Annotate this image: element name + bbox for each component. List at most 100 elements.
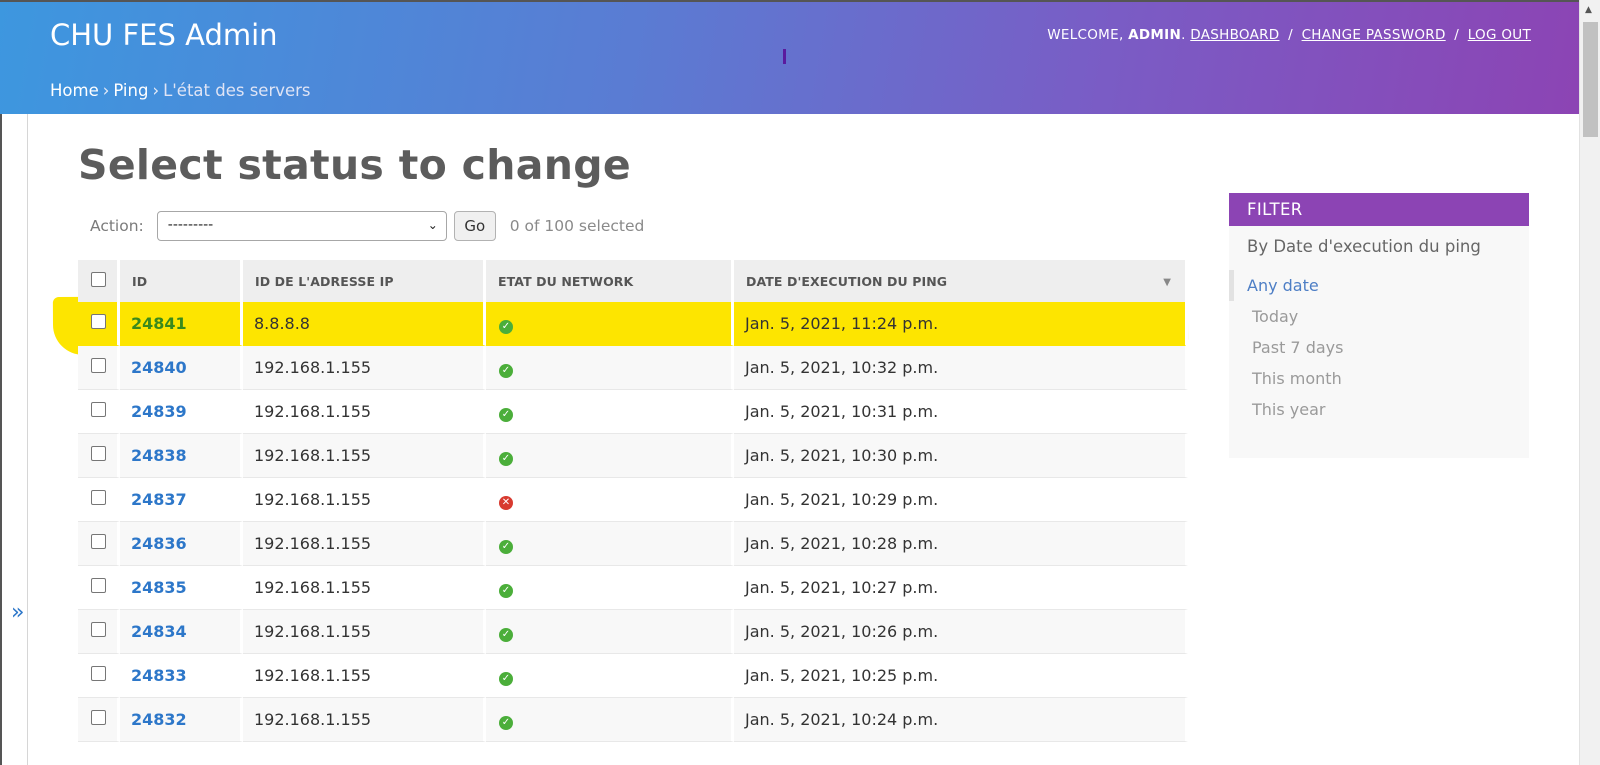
row-id-link[interactable]: 24840 — [131, 358, 187, 377]
check-circle-icon: ✓ — [499, 671, 513, 686]
row-id-cell: 24837 — [120, 478, 243, 522]
logout-link[interactable]: LOG OUT — [1468, 27, 1531, 43]
row-status-cell: ✓ — [486, 302, 734, 346]
row-ip-cell: 192.168.1.155 — [243, 698, 486, 742]
breadcrumb-arrow: › — [152, 81, 160, 100]
row-ip-cell: 192.168.1.155 — [243, 478, 486, 522]
row-date-cell: Jan. 5, 2021, 10:24 p.m. — [734, 698, 1188, 742]
check-circle-icon: ✓ — [499, 363, 513, 378]
row-id-link[interactable]: 24838 — [131, 446, 187, 465]
row-checkbox[interactable] — [91, 358, 106, 373]
filter-option[interactable]: Any date — [1229, 270, 1529, 301]
row-id-link[interactable]: 24833 — [131, 666, 187, 685]
filter-option[interactable]: This month — [1229, 363, 1529, 394]
row-id-link[interactable]: 24837 — [131, 490, 187, 509]
column-header-id[interactable]: ID — [120, 260, 243, 302]
row-status-cell: ✓ — [486, 522, 734, 566]
filter-option[interactable]: This year — [1229, 394, 1529, 425]
row-checkbox[interactable] — [91, 490, 106, 505]
scroll-thumb[interactable] — [1583, 22, 1598, 137]
go-button[interactable]: Go — [453, 211, 496, 241]
row-ip-cell: 192.168.1.155 — [243, 346, 486, 390]
sort-descending-icon[interactable]: ▼ — [1163, 277, 1171, 288]
row-ip-cell: 192.168.1.155 — [243, 610, 486, 654]
column-header-ip[interactable]: ID DE L'ADRESSE IP — [243, 260, 486, 302]
row-checkbox[interactable] — [91, 622, 106, 637]
table-row: 24833 192.168.1.155 ✓ Jan. 5, 2021, 10:25 p… — [78, 654, 1188, 698]
chevron-down-icon: ⌄ — [427, 218, 438, 232]
check-circle-icon: ✓ — [499, 583, 513, 598]
row-id-link[interactable]: 24832 — [131, 710, 187, 729]
row-id-link[interactable]: 24835 — [131, 578, 187, 597]
table-row: 24832 192.168.1.155 ✓ Jan. 5, 2021, 10:24 p… — [78, 698, 1188, 742]
row-id-link[interactable]: 24834 — [131, 622, 187, 641]
row-id-link[interactable]: 24839 — [131, 402, 187, 421]
row-checkbox[interactable] — [91, 314, 106, 329]
row-select-cell — [78, 522, 120, 566]
row-status-cell: ✕ — [486, 478, 734, 522]
column-header-status[interactable]: ETAT DU NETWORK — [486, 260, 734, 302]
check-circle-icon: ✓ — [499, 539, 513, 554]
table-row: 24839 192.168.1.155 ✓ Jan. 5, 2021, 10:31 p… — [78, 390, 1188, 434]
dashboard-link[interactable]: DASHBOARD — [1190, 27, 1279, 43]
row-ip-cell: 192.168.1.155 — [243, 654, 486, 698]
row-checkbox[interactable] — [91, 402, 106, 417]
column-header-date[interactable]: DATE D'EXECUTION DU PING ▼ — [734, 260, 1188, 302]
results-table: ID ID DE L'ADRESSE IP ETAT DU NETWORK DA… — [78, 260, 1188, 742]
row-select-cell — [78, 566, 120, 610]
row-id-link[interactable]: 24836 — [131, 534, 187, 553]
row-checkbox[interactable] — [91, 710, 106, 725]
filter-option[interactable]: Today — [1229, 301, 1529, 332]
selection-counter: 0 of 100 selected — [509, 217, 645, 235]
breadcrumb-arrow: › — [102, 81, 110, 100]
error-circle-icon: ✕ — [499, 495, 513, 510]
welcome-text: WELCOME, — [1047, 27, 1124, 43]
actions-bar: Action: --------- ⌄ Go 0 of 100 selected — [79, 208, 644, 244]
row-id-cell: 24838 — [120, 434, 243, 478]
row-ip-cell: 192.168.1.155 — [243, 390, 486, 434]
row-select-cell — [78, 434, 120, 478]
toggle-nav-icon[interactable]: » — [11, 600, 24, 625]
row-id-cell: 24841 — [120, 302, 243, 346]
page-title: Select status to change — [78, 141, 631, 189]
scroll-up-icon[interactable]: ▲ — [1585, 5, 1592, 15]
row-status-cell: ✓ — [486, 698, 734, 742]
separator: / — [1454, 27, 1460, 43]
table-row: 24840 192.168.1.155 ✓ Jan. 5, 2021, 10:32 p… — [78, 346, 1188, 390]
row-checkbox[interactable] — [91, 666, 106, 681]
row-status-cell: ✓ — [486, 346, 734, 390]
nav-sidebar-collapsed: » — [0, 114, 28, 765]
row-ip-cell: 192.168.1.155 — [243, 434, 486, 478]
row-id-link[interactable]: 24841 — [131, 314, 187, 333]
scrollbar[interactable]: ▲ — [1579, 0, 1600, 765]
row-status-cell: ✓ — [486, 610, 734, 654]
select-all-checkbox[interactable] — [91, 272, 106, 287]
check-circle-icon: ✓ — [499, 715, 513, 730]
table-row: 24836 192.168.1.155 ✓ Jan. 5, 2021, 10:28 p… — [78, 522, 1188, 566]
column-header-date-label: DATE D'EXECUTION DU PING — [746, 273, 948, 289]
row-id-cell: 24839 — [120, 390, 243, 434]
row-date-cell: Jan. 5, 2021, 10:27 p.m. — [734, 566, 1188, 610]
check-circle-icon: ✓ — [499, 407, 513, 422]
row-date-cell: Jan. 5, 2021, 11:24 p.m. — [734, 302, 1188, 346]
action-select[interactable]: --------- ⌄ — [156, 211, 447, 241]
row-status-cell: ✓ — [486, 390, 734, 434]
filter-panel: FILTER By Date d'execution du ping Any d… — [1229, 193, 1529, 458]
breadcrumb-current: L'état des servers — [163, 81, 311, 100]
main-content: Select status to change Action: --------… — [28, 114, 1579, 765]
table-row: 24835 192.168.1.155 ✓ Jan. 5, 2021, 10:27 p… — [78, 566, 1188, 610]
breadcrumb-home[interactable]: Home — [50, 81, 99, 100]
row-checkbox[interactable] — [91, 534, 106, 549]
site-brand[interactable]: CHU FES Admin — [50, 18, 278, 52]
row-date-cell: Jan. 5, 2021, 10:29 p.m. — [734, 478, 1188, 522]
row-date-cell: Jan. 5, 2021, 10:26 p.m. — [734, 610, 1188, 654]
change-password-link[interactable]: CHANGE PASSWORD — [1302, 27, 1446, 43]
row-date-cell: Jan. 5, 2021, 10:32 p.m. — [734, 346, 1188, 390]
filter-option[interactable]: Past 7 days — [1229, 332, 1529, 363]
table-row: 24841 8.8.8.8 ✓ Jan. 5, 2021, 11:24 p.m. — [78, 302, 1188, 346]
table-row: 24838 192.168.1.155 ✓ Jan. 5, 2021, 10:30 p… — [78, 434, 1188, 478]
row-checkbox[interactable] — [91, 446, 106, 461]
breadcrumb-app[interactable]: Ping — [113, 81, 148, 100]
select-all-header — [78, 260, 120, 302]
row-checkbox[interactable] — [91, 578, 106, 593]
